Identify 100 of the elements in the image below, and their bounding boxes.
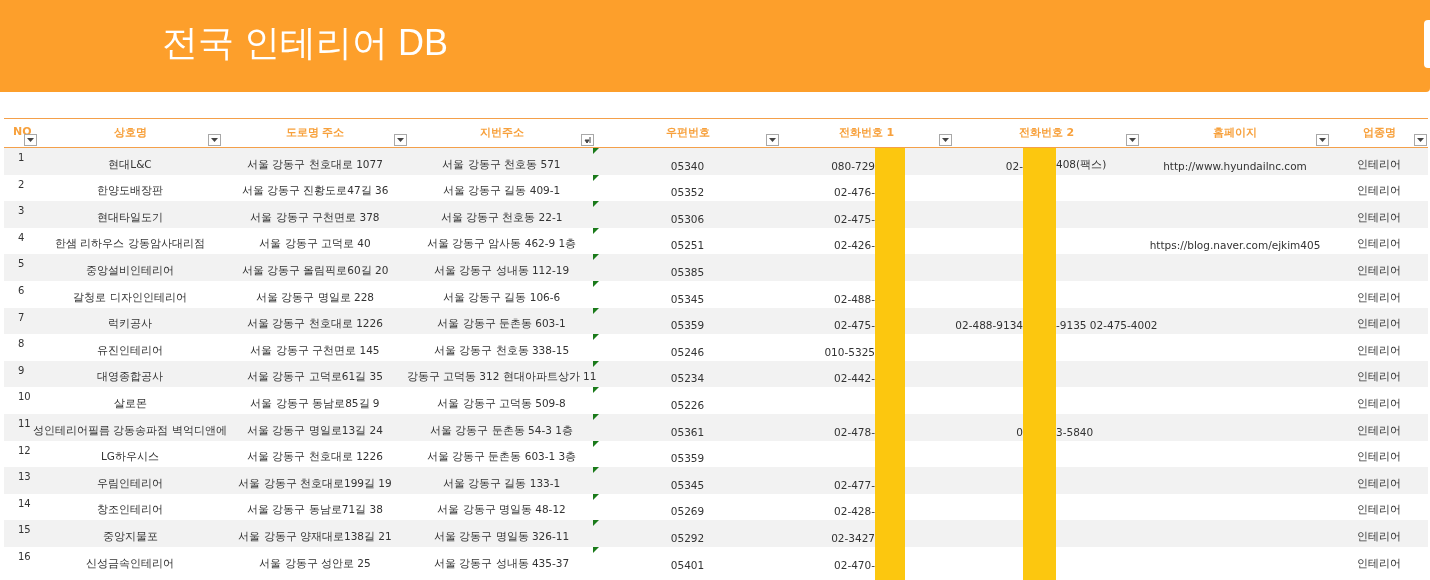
triangle-icon	[593, 307, 599, 314]
table-cell: 서울 강동구 천호동 571	[442, 157, 561, 172]
table-cell: 05359	[670, 452, 705, 465]
table-cell: 인테리어	[1357, 556, 1401, 571]
table-cell: 서울 강동구 암사동 462-9 1층	[426, 237, 577, 252]
triangle-icon	[593, 360, 599, 367]
table-cell: https://blog.naver.com/ejkim405	[1149, 239, 1321, 252]
table-cell: 3-5840	[1056, 425, 1094, 438]
table-cell: 서울 강동구 성안로 25	[259, 556, 371, 571]
table-cell: 유진인테리어	[97, 343, 163, 358]
table-cell: 408(팩스)	[1056, 157, 1107, 172]
table-cell: 서울 강동구 길동 409-1	[442, 184, 561, 199]
column-header: 전화번호 1	[838, 125, 895, 139]
table-cell: 02-475-	[834, 212, 875, 225]
table-cell: 인테리어	[1357, 290, 1401, 305]
table-cell: 0	[1016, 425, 1023, 438]
table-cell: LG하우시스	[101, 450, 159, 465]
table-cell: 인테리어	[1357, 450, 1401, 465]
table-cell: 창조인테리어	[97, 503, 163, 518]
table-cell: 현대타일도기	[97, 210, 163, 225]
table-cell: -9135 02-475-4002	[1056, 319, 1158, 332]
table-cell: 02-3427	[831, 531, 875, 544]
filter-button[interactable]	[1316, 134, 1329, 146]
dropdown-arrow-icon	[942, 138, 949, 142]
table-cell: 중앙설비인테리어	[86, 263, 174, 278]
column-header: 홈페이지	[1213, 125, 1257, 139]
sheet-title: 전국 인테리어 DB	[162, 20, 448, 65]
table-cell: 서울 강동구 성내동 435-37	[433, 556, 570, 571]
sort-icon	[583, 136, 592, 144]
sort-filter-button[interactable]	[581, 134, 594, 146]
table-cell: 서울 강동구 명일로13길 24	[247, 423, 383, 438]
filter-button[interactable]	[394, 134, 407, 146]
table-cell: 05306	[670, 212, 705, 225]
column-header: 업종명	[1362, 125, 1396, 139]
table-cell: 서울 강동구 천호동 22-1	[440, 210, 563, 225]
filter-button[interactable]	[1414, 134, 1427, 146]
table-cell: 02-478-	[834, 425, 875, 438]
triangle-icon	[593, 174, 599, 181]
table-cell: 05352	[670, 186, 705, 199]
table-cell: 인테리어	[1357, 210, 1401, 225]
table-cell: 서울 강동구 양재대로138길 21	[238, 529, 392, 544]
table-cell: 인테리어	[1357, 263, 1401, 278]
table-cell: 서울 강동구 명일동 326-11	[433, 529, 570, 544]
table-cell: 서울 강동구 둔촌동 603-1	[437, 317, 566, 332]
table-cell: 010-5325	[824, 345, 875, 358]
triangle-icon	[593, 493, 599, 500]
table-cell: 05340	[670, 159, 705, 172]
table-cell: 강동구 고덕동 312 현대아파트상가 11	[406, 370, 597, 385]
triangle-icon	[593, 227, 599, 234]
dropdown-arrow-icon	[27, 138, 34, 142]
row-number: 12	[18, 444, 31, 456]
table-cell: 05361	[670, 425, 705, 438]
dropdown-arrow-icon	[211, 138, 218, 142]
row-number: 7	[18, 311, 25, 323]
table-cell: 05234	[670, 372, 705, 385]
row-number: 1	[18, 152, 25, 163]
table-cell: 02-476-	[834, 186, 875, 199]
filter-button[interactable]	[766, 134, 779, 146]
filter-button[interactable]	[24, 134, 37, 146]
table-cell: 02-426-	[834, 239, 875, 252]
row-number: 5	[18, 258, 25, 270]
table-cell: 서울 강동구 구천면로 145	[250, 343, 380, 358]
table-cell: 서울 강동구 고덕로61길 35	[247, 370, 383, 385]
dropdown-arrow-icon	[1319, 138, 1326, 142]
table-cell: 현대L&C	[108, 157, 152, 172]
table-cell: 서울 강동구 동남로85길 9	[250, 396, 380, 411]
row-number: 4	[18, 231, 25, 243]
row-number: 6	[18, 284, 25, 296]
row-number: 10	[18, 391, 31, 403]
column-header: 지번주소	[479, 125, 524, 139]
table-cell: 서울 강동구 명일로 228	[255, 290, 375, 305]
table-cell: 서울 강동구 천호대로 1226	[247, 450, 383, 465]
table-cell: 080-729	[831, 159, 875, 172]
table-cell: 갈청로 디자인인테리어	[73, 290, 187, 305]
column-header: 우편번호	[665, 125, 710, 139]
table-cell: 05226	[670, 398, 705, 411]
table-cell: 서울 강동구 동남로71길 38	[247, 503, 383, 518]
triangle-icon	[593, 413, 599, 420]
table-cell: 서울 강동구 천호대로 1226	[247, 317, 383, 332]
table-cell: 인테리어	[1357, 343, 1401, 358]
filter-button[interactable]	[939, 134, 952, 146]
filter-button[interactable]	[1126, 134, 1139, 146]
table-cell: 02-470-	[834, 558, 875, 571]
triangle-icon	[593, 334, 599, 341]
dropdown-arrow-icon	[397, 138, 404, 142]
table-cell: 02-488-	[834, 292, 875, 305]
dropdown-arrow-icon	[1417, 138, 1424, 142]
filter-button[interactable]	[208, 134, 221, 146]
table-cell: 럭키공사	[108, 317, 152, 332]
table-cell: 우림인테리어	[97, 476, 163, 491]
table-cell: 05251	[670, 239, 705, 252]
triangle-icon	[593, 201, 599, 208]
triangle-icon	[593, 280, 599, 287]
row-number: 8	[18, 338, 25, 350]
table-cell: 인테리어	[1357, 423, 1401, 438]
triangle-icon	[593, 148, 599, 154]
table-cell: 인테리어	[1357, 396, 1401, 411]
table-cell: 서울 강동구 명일동 48-12	[437, 503, 566, 518]
table-cell: 살로몬	[113, 396, 147, 411]
table-cell: 02-475-	[834, 319, 875, 332]
